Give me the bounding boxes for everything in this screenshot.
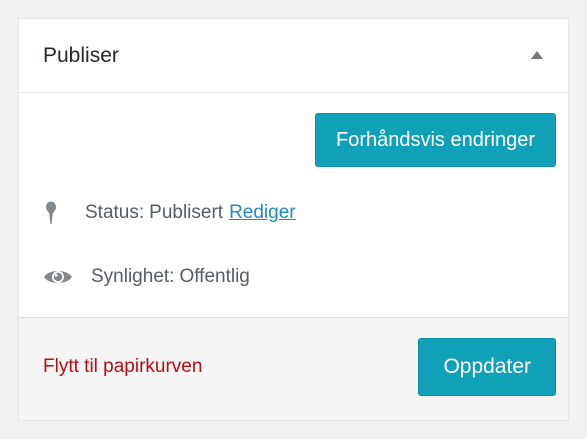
edit-status-link[interactable]: Rediger (229, 202, 296, 224)
collapse-toggle-button[interactable] (520, 39, 554, 73)
visibility-value: Offentlig (179, 266, 250, 287)
status-value: Publisert (149, 202, 224, 223)
visibility-label: Synlighet: (91, 266, 175, 287)
status-label: Status: (85, 202, 145, 223)
panel-header: Publiser (19, 19, 568, 93)
triangle-up-icon (530, 47, 544, 65)
panel-title: Publiser (43, 44, 119, 67)
panel-footer: Flytt til papirkurven Oppdater (19, 317, 568, 420)
pin-icon (39, 201, 63, 225)
move-to-trash-link[interactable]: Flytt til papirkurven (43, 356, 202, 378)
status-row: Status: Publisert Rediger (43, 201, 296, 225)
publish-panel: Publiser Forhåndsvis endringer Status: P… (18, 18, 569, 421)
eye-icon (41, 265, 75, 289)
update-button[interactable]: Oppdater (418, 338, 556, 396)
visibility-row: Synlighet: Offentlig (43, 265, 250, 289)
panel-body: Forhåndsvis endringer Status: Publisert … (19, 93, 568, 319)
preview-changes-button[interactable]: Forhåndsvis endringer (315, 113, 556, 167)
